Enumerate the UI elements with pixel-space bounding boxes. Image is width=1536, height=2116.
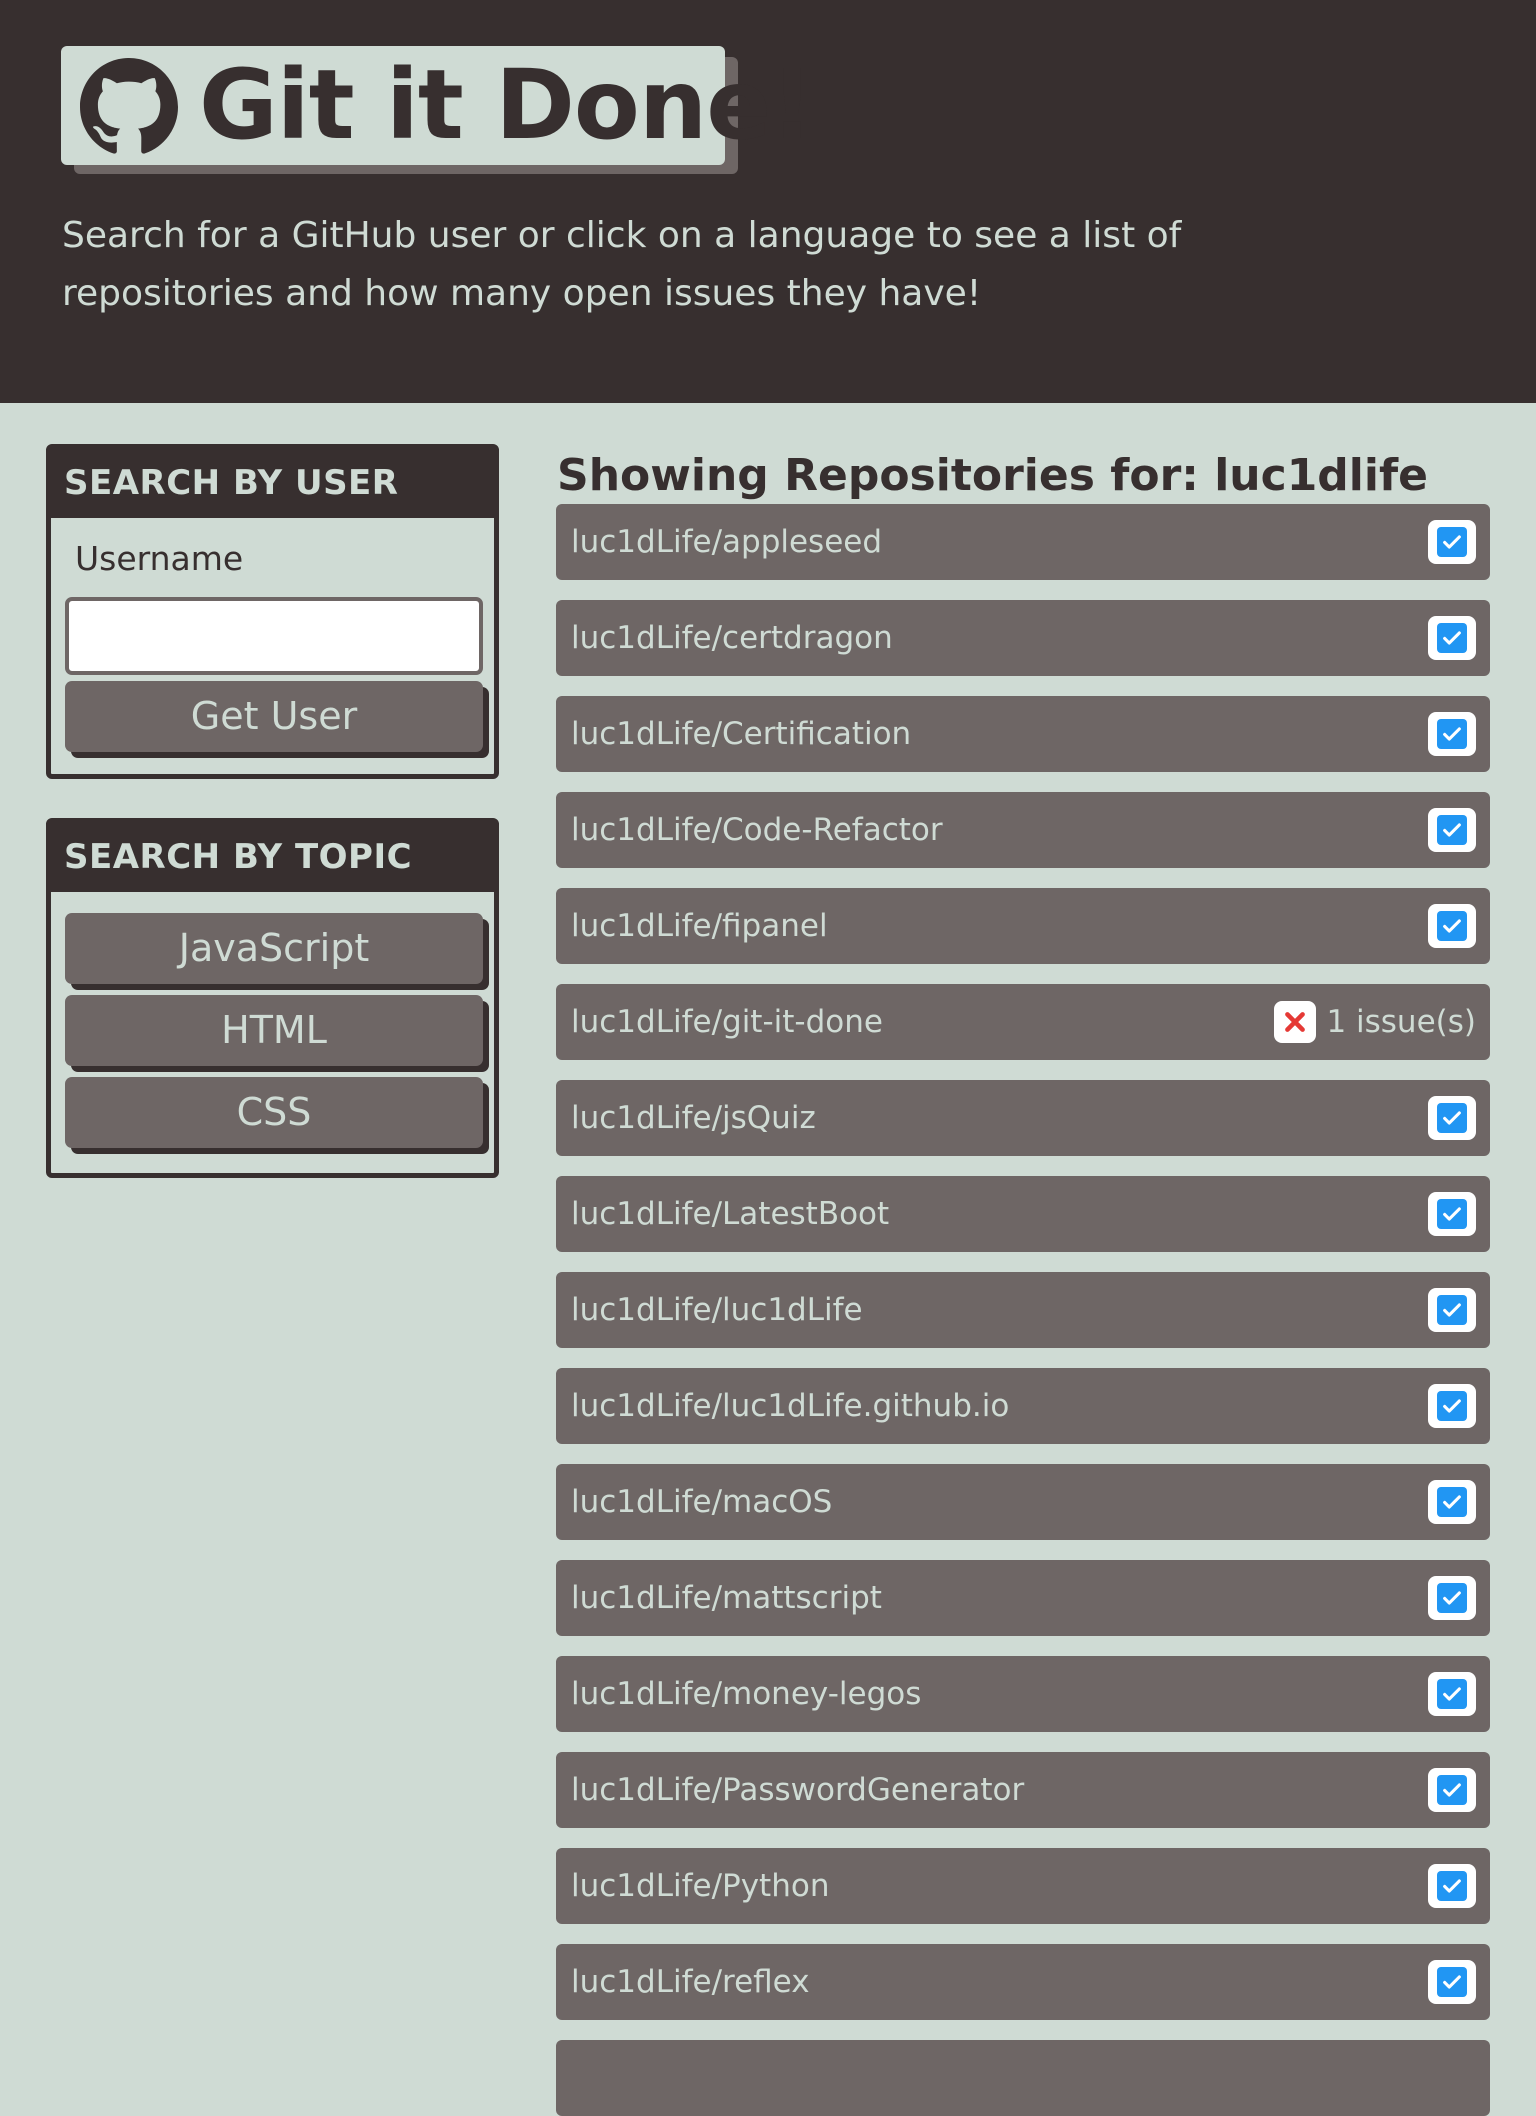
repo-item[interactable]: luc1dLife/Code-Refactor [556, 792, 1490, 868]
repo-status [1428, 1368, 1476, 1444]
repo-name: luc1dLife/certdragon [571, 620, 893, 656]
issue-count: 1 issue(s) [1326, 1004, 1476, 1040]
check-icon [1428, 1672, 1476, 1716]
repo-item[interactable]: luc1dLife/PasswordGenerator [556, 1752, 1490, 1828]
repo-item[interactable]: luc1dLife/git-it-done 1 issue(s) [556, 984, 1490, 1060]
repo-status [1428, 1752, 1476, 1828]
page-title: Git it Done! [199, 49, 814, 161]
repo-name: luc1dLife/LatestBoot [571, 1196, 890, 1232]
repo-item[interactable]: luc1dLife/fipanel [556, 888, 1490, 964]
search-by-topic-heading: SEARCH BY TOPIC [51, 823, 494, 892]
repo-item[interactable]: luc1dLife/money-legos [556, 1656, 1490, 1732]
repo-status [1428, 1272, 1476, 1348]
repo-status [1428, 792, 1476, 868]
repo-item[interactable]: luc1dLife/luc1dLife.github.io [556, 1368, 1490, 1444]
repo-status [1428, 1464, 1476, 1540]
username-label: Username [75, 539, 244, 578]
check-icon [1428, 1384, 1476, 1428]
page-header: Git it Done! Search for a GitHub user or… [0, 0, 1536, 403]
repo-name: luc1dLife/Certification [571, 716, 912, 752]
repo-name: luc1dLife/mattscript [571, 1580, 882, 1616]
repo-status [1428, 1560, 1476, 1636]
github-octocat-icon [80, 58, 178, 154]
language-button-javascript[interactable]: JavaScript [65, 913, 483, 984]
logo-badge: Git it Done! [61, 46, 814, 165]
search-by-topic-card: SEARCH BY TOPIC JavaScript HTML CSS [46, 818, 499, 1178]
x-icon [1274, 1001, 1317, 1043]
repo-status [1428, 1848, 1476, 1924]
repo-status [1428, 1656, 1476, 1732]
check-icon [1428, 520, 1476, 564]
language-button-html[interactable]: HTML [65, 995, 483, 1066]
repo-item[interactable]: luc1dLife/macOS [556, 1464, 1490, 1540]
check-icon [1428, 1192, 1476, 1236]
repo-item[interactable]: luc1dLife/mattscript [556, 1560, 1490, 1636]
repo-name: luc1dLife/PasswordGenerator [571, 1772, 1025, 1808]
get-user-button[interactable]: Get User [65, 681, 483, 752]
repo-status [1428, 1080, 1476, 1156]
repo-item[interactable]: luc1dLife/reflex [556, 1944, 1490, 2020]
repo-status [1428, 504, 1476, 580]
repo-name: luc1dLife/luc1dLife [571, 1292, 863, 1328]
repo-name: luc1dLife/jsQuiz [571, 1100, 816, 1136]
check-icon [1428, 616, 1476, 660]
search-by-user-heading: SEARCH BY USER [51, 449, 494, 518]
repo-name: luc1dLife/Python [571, 1868, 830, 1904]
check-icon [1428, 1288, 1476, 1332]
repo-name: luc1dLife/fipanel [571, 908, 828, 944]
repo-status [1428, 1176, 1476, 1252]
results-title: Showing Repositories for: luc1dlife [557, 450, 1428, 501]
repo-item[interactable]: luc1dLife/jsQuiz [556, 1080, 1490, 1156]
repo-name: luc1dLife/macOS [571, 1484, 833, 1520]
repo-item[interactable]: luc1dLife/Certification [556, 696, 1490, 772]
search-by-user-card: SEARCH BY USER Username Get User [46, 444, 499, 779]
language-button-css[interactable]: CSS [65, 1077, 483, 1148]
repo-item[interactable]: luc1dLife/Python [556, 1848, 1490, 1924]
check-icon [1428, 1768, 1476, 1812]
check-icon [1428, 1096, 1476, 1140]
repo-status [1428, 1944, 1476, 2020]
repo-item[interactable] [556, 2040, 1490, 2116]
check-icon [1428, 1480, 1476, 1524]
check-icon [1428, 1864, 1476, 1908]
repo-name: luc1dLife/reflex [571, 1964, 810, 2000]
repo-name: luc1dLife/Code-Refactor [571, 812, 943, 848]
repo-status [1428, 600, 1476, 676]
repo-name: luc1dLife/appleseed [571, 524, 883, 560]
check-icon [1428, 1960, 1476, 2004]
repo-item[interactable]: luc1dLife/LatestBoot [556, 1176, 1490, 1252]
repo-name: luc1dLife/luc1dLife.github.io [571, 1388, 1010, 1424]
repo-name: luc1dLife/git-it-done [571, 1004, 883, 1040]
repo-status [1428, 888, 1476, 964]
repo-item[interactable]: luc1dLife/luc1dLife [556, 1272, 1490, 1348]
repo-status: 1 issue(s) [1274, 984, 1476, 1060]
repo-name: luc1dLife/money-legos [571, 1676, 922, 1712]
repo-item[interactable]: luc1dLife/appleseed [556, 504, 1490, 580]
check-icon [1428, 904, 1476, 948]
username-input[interactable] [65, 597, 483, 675]
repo-status [1428, 696, 1476, 772]
page-subtitle: Search for a GitHub user or click on a l… [62, 215, 1182, 314]
check-icon [1428, 808, 1476, 852]
repo-item[interactable]: luc1dLife/certdragon [556, 600, 1490, 676]
check-icon [1428, 712, 1476, 756]
check-icon [1428, 1576, 1476, 1620]
